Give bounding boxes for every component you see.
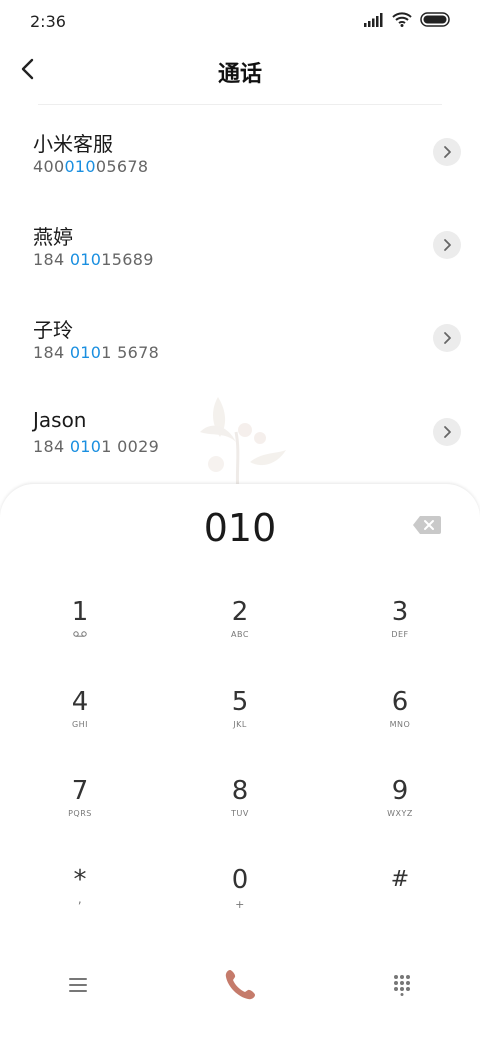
- status-icons: [364, 12, 452, 27]
- key-letters: DEF: [391, 630, 409, 639]
- key-digit: 2: [231, 597, 249, 627]
- key-letters: JKL: [233, 720, 247, 729]
- floral-watermark-icon: [200, 397, 286, 492]
- key-letters: PQRS: [68, 809, 92, 818]
- wifi-icon: [392, 12, 412, 27]
- contact-detail-button[interactable]: [433, 418, 461, 446]
- bottom-action-bar: [0, 960, 480, 1020]
- contact-number: 184 01015689: [33, 250, 154, 269]
- backspace-icon: [413, 516, 441, 534]
- chevron-right-icon: [444, 426, 451, 438]
- contact-name: 燕婷: [33, 225, 73, 249]
- key-digit: 7: [71, 776, 89, 806]
- menu-icon: [69, 978, 87, 992]
- contact-number: 40001005678: [33, 157, 149, 176]
- key-9[interactable]: 9 WXYZ: [345, 775, 455, 853]
- voicemail-icon: [25, 630, 135, 639]
- page-title: 通话: [217, 62, 262, 87]
- key-5[interactable]: 5 JKL: [185, 686, 295, 764]
- key-digit: 9: [391, 776, 409, 806]
- key-0[interactable]: 0 +: [185, 864, 295, 942]
- key-8[interactable]: 8 TUV: [185, 775, 295, 853]
- chevron-right-icon: [444, 239, 451, 251]
- key-digit: 8: [231, 776, 249, 806]
- key-digit: 5: [231, 687, 249, 717]
- contact-number: 184 0101 5678: [33, 343, 160, 362]
- key-hash[interactable]: #: [345, 864, 455, 942]
- header: 通话: [0, 42, 480, 100]
- dialed-number-display: 010: [203, 506, 277, 550]
- contact-item[interactable]: 小米客服 40001005678: [0, 112, 480, 192]
- dial-pad-sheet: 010 1 2 ABC 3 DEF 4 GHI 5 JKL 6 MNO 7 PQ…: [0, 484, 480, 1040]
- header-divider: [38, 104, 442, 105]
- contact-name: 子玲: [33, 318, 73, 342]
- key-letters: +: [235, 898, 245, 911]
- chevron-right-icon: [444, 146, 451, 158]
- contact-number: 184 0101 0029: [33, 437, 160, 456]
- contact-name: 小米客服: [33, 132, 113, 156]
- key-letters: GHI: [71, 720, 89, 729]
- key-digit: 3: [391, 597, 409, 627]
- key-digit: 6: [391, 687, 409, 717]
- keypad-icon: [394, 975, 410, 996]
- contact-detail-button[interactable]: [433, 324, 461, 352]
- key-letters: MNO: [389, 720, 411, 729]
- key-4[interactable]: 4 GHI: [25, 686, 135, 764]
- key-letters: ABC: [231, 630, 249, 639]
- call-button[interactable]: [215, 960, 265, 1010]
- hide-keypad-button[interactable]: [377, 960, 427, 1010]
- signal-icon: [364, 12, 383, 27]
- key-3[interactable]: 3 DEF: [345, 596, 455, 674]
- key-digit: 0: [231, 865, 249, 895]
- chevron-right-icon: [444, 332, 451, 344]
- key-star[interactable]: * ,: [25, 864, 135, 942]
- contact-detail-button[interactable]: [433, 231, 461, 259]
- key-1[interactable]: 1: [25, 596, 135, 674]
- key-7[interactable]: 7 PQRS: [25, 775, 135, 853]
- battery-icon: [420, 12, 450, 27]
- contact-item[interactable]: 燕婷 184 01015689: [0, 205, 480, 285]
- contact-item[interactable]: 子玲 184 0101 5678: [0, 298, 480, 378]
- key-digit: #: [390, 867, 410, 892]
- key-2[interactable]: 2 ABC: [185, 596, 295, 674]
- key-digit: 4: [71, 687, 89, 717]
- key-digit: 1: [71, 597, 89, 627]
- key-letters: ,: [77, 892, 83, 906]
- status-bar: 2:36: [0, 0, 480, 42]
- status-time: 2:36: [30, 12, 66, 31]
- backspace-button[interactable]: [412, 514, 442, 536]
- key-6[interactable]: 6 MNO: [345, 686, 455, 764]
- contact-detail-button[interactable]: [433, 138, 461, 166]
- contact-name: Jason: [33, 408, 87, 432]
- phone-icon: [225, 970, 255, 1000]
- key-letters: TUV: [231, 809, 249, 818]
- key-letters: WXYZ: [387, 809, 413, 818]
- menu-button[interactable]: [53, 960, 103, 1010]
